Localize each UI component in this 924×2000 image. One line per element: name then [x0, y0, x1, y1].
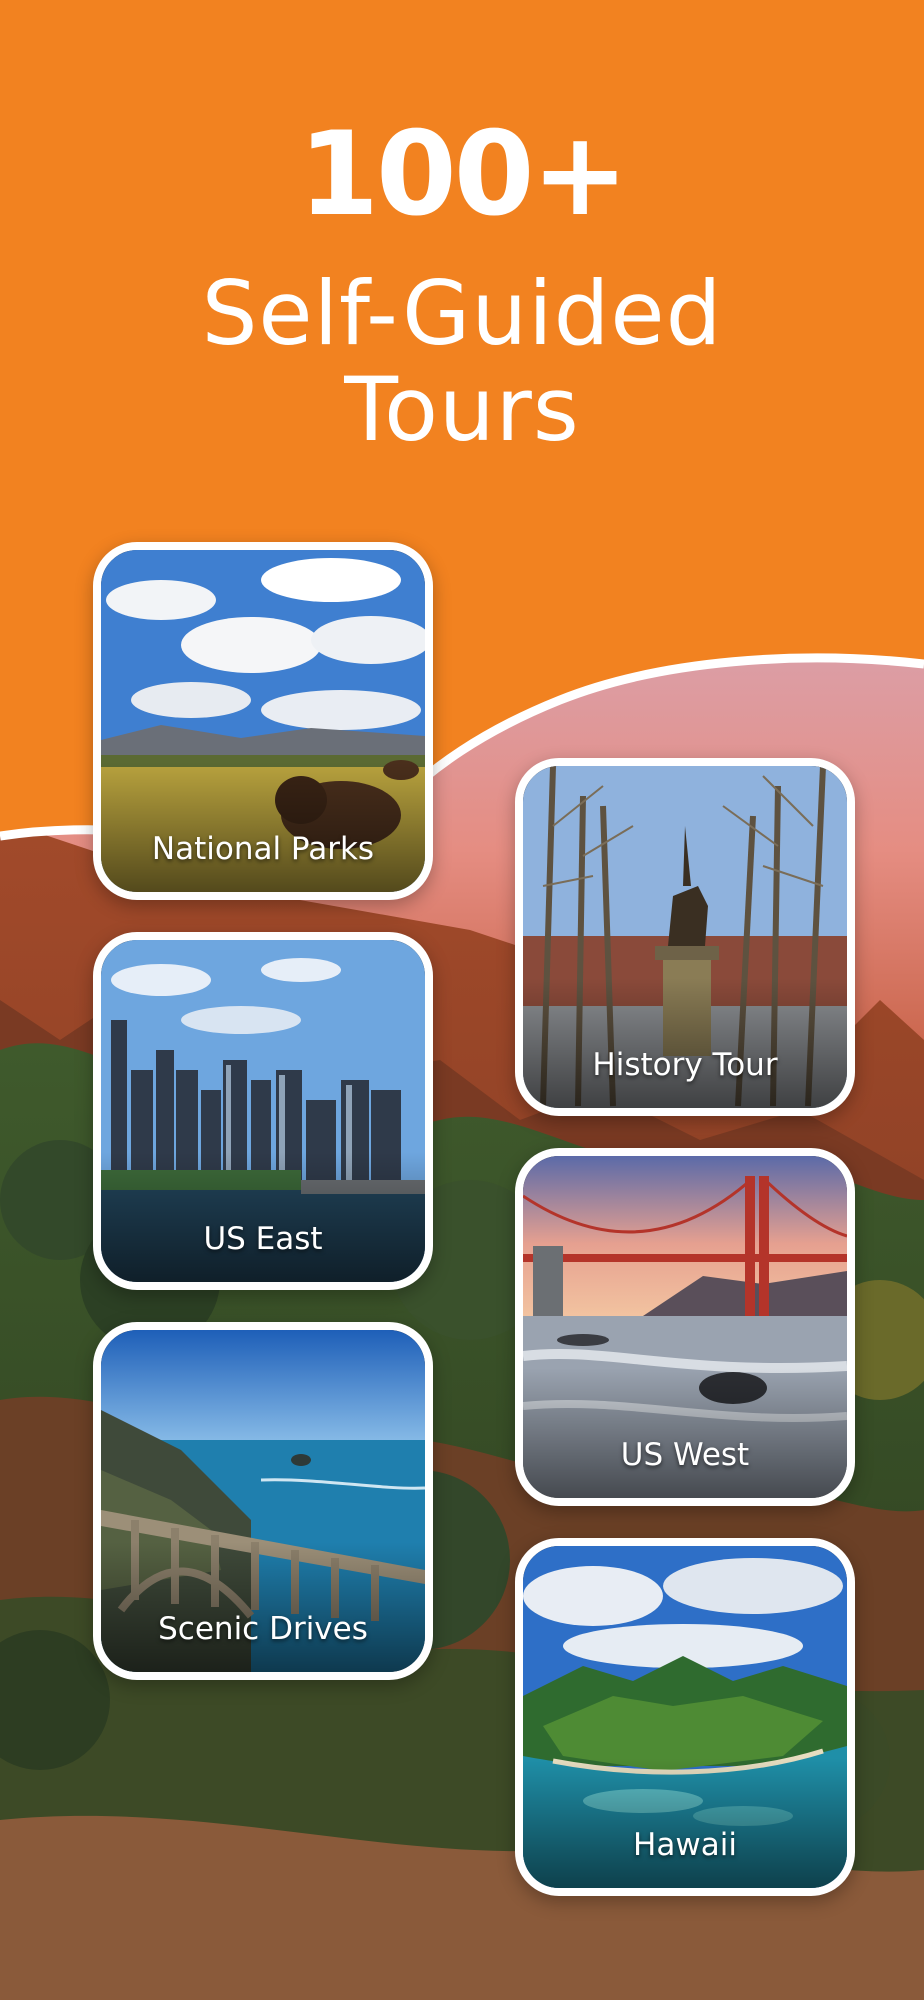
- category-card-us-west[interactable]: US West: [515, 1148, 855, 1506]
- label-shade: [101, 1152, 425, 1282]
- card-label: Hawaii: [633, 1827, 737, 1863]
- headline: 100+ Self-Guided Tours: [0, 110, 924, 458]
- label-shade: [101, 1542, 425, 1672]
- tour-count: 100+: [298, 107, 628, 242]
- category-card-history-tour[interactable]: History Tour: [515, 758, 855, 1116]
- card-label: US East: [203, 1221, 323, 1257]
- category-card-national-parks[interactable]: National Parks: [93, 542, 433, 900]
- card-label: US West: [620, 1437, 750, 1473]
- headline-line-1: Self-Guided: [201, 262, 723, 365]
- category-card-hawaii[interactable]: Hawaii: [515, 1538, 855, 1896]
- category-card-us-east[interactable]: US East: [93, 932, 433, 1290]
- card-label: National Parks: [151, 831, 375, 867]
- label-shade: [523, 978, 847, 1108]
- label-shade: [523, 1368, 847, 1498]
- card-label: Scenic Drives: [158, 1611, 368, 1647]
- label-shade: [523, 1758, 847, 1888]
- category-card-scenic-drives[interactable]: Scenic Drives: [93, 1322, 433, 1680]
- label-shade: [101, 762, 425, 892]
- headline-line-2: Tours: [344, 358, 580, 461]
- card-label: History Tour: [592, 1047, 778, 1083]
